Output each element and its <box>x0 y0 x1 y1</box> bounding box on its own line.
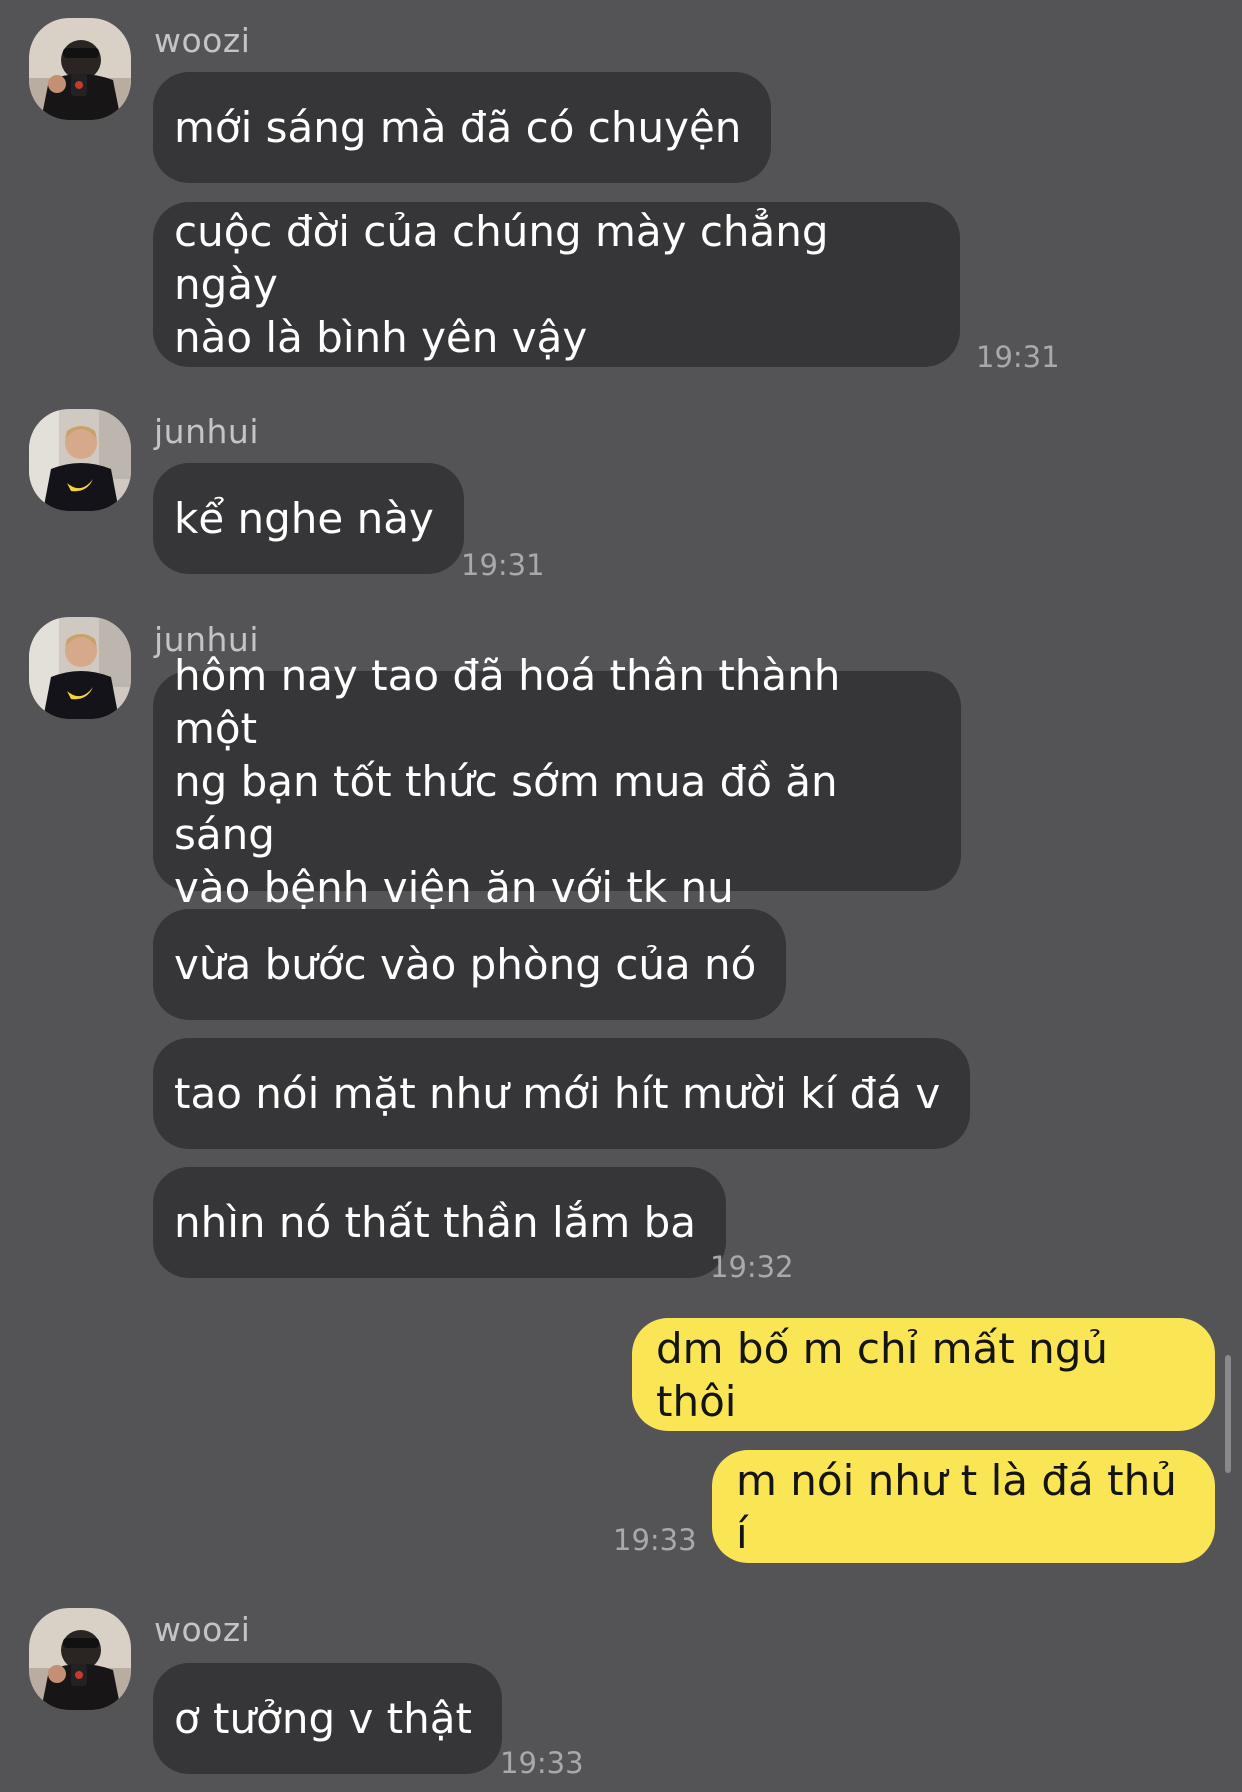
message-bubble[interactable]: cuộc đời của chúng mày chẳng ngày nào là… <box>153 202 960 367</box>
message-timestamp: 19:33 <box>613 1523 697 1557</box>
sender-name: woozi <box>154 21 251 60</box>
avatar-woozi[interactable] <box>29 1608 131 1710</box>
message-text: mới sáng mà đã có chuyện <box>174 103 742 152</box>
sender-name: woozi <box>154 1610 251 1649</box>
junhui-avatar-icon <box>29 617 131 719</box>
message-bubble[interactable]: mới sáng mà đã có chuyện <box>153 72 772 183</box>
message-text: m nói như t là đá thủ í <box>736 1455 1177 1558</box>
message-bubble-outgoing[interactable]: m nói như t là đá thủ í <box>712 1450 1215 1563</box>
message-text: nhìn nó thất thần lắm ba <box>174 1198 697 1247</box>
message-bubble[interactable]: hôm nay tao đã hoá thân thành một ng bạn… <box>153 651 961 912</box>
message-bubble[interactable]: vừa bước vào phòng của nó <box>153 909 787 1020</box>
message-bubble[interactable]: tao nói mặt như mới hít mười kí đá v <box>153 1038 971 1149</box>
junhui-avatar-icon <box>29 409 131 511</box>
message-bubble-outgoing[interactable]: dm bố m chỉ mất ngủ thôi <box>632 1318 1215 1431</box>
avatar-junhui[interactable] <box>29 409 131 511</box>
sender-name: junhui <box>154 412 259 451</box>
message-timestamp: 19:33 <box>500 1746 584 1780</box>
message-timestamp: 19:32 <box>710 1250 794 1284</box>
avatar-junhui[interactable] <box>29 617 131 719</box>
message-bubble[interactable]: ơ tưởng v thật <box>153 1663 502 1774</box>
message-text: hôm nay tao đã hoá thân thành một ng bạn… <box>174 650 841 912</box>
message-text: kể nghe này <box>174 494 434 543</box>
message-timestamp: 19:31 <box>976 340 1060 374</box>
message-text: ơ tưởng v thật <box>174 1694 472 1743</box>
message-text: tao nói mặt như mới hít mười kí đá v <box>174 1069 941 1118</box>
woozi-avatar-icon <box>29 1608 131 1710</box>
message-text: vừa bước vào phòng của nó <box>174 940 757 989</box>
avatar-woozi[interactable] <box>29 18 131 120</box>
message-text: dm bố m chỉ mất ngủ thôi <box>656 1323 1108 1426</box>
message-bubble[interactable]: kể nghe này <box>153 463 464 574</box>
scrollbar[interactable] <box>1225 1355 1231 1473</box>
message-timestamp: 19:31 <box>461 548 545 582</box>
message-text: cuộc đời của chúng mày chẳng ngày nào là… <box>174 207 829 362</box>
woozi-avatar-icon <box>29 18 131 120</box>
message-bubble[interactable]: nhìn nó thất thần lắm ba <box>153 1167 727 1278</box>
